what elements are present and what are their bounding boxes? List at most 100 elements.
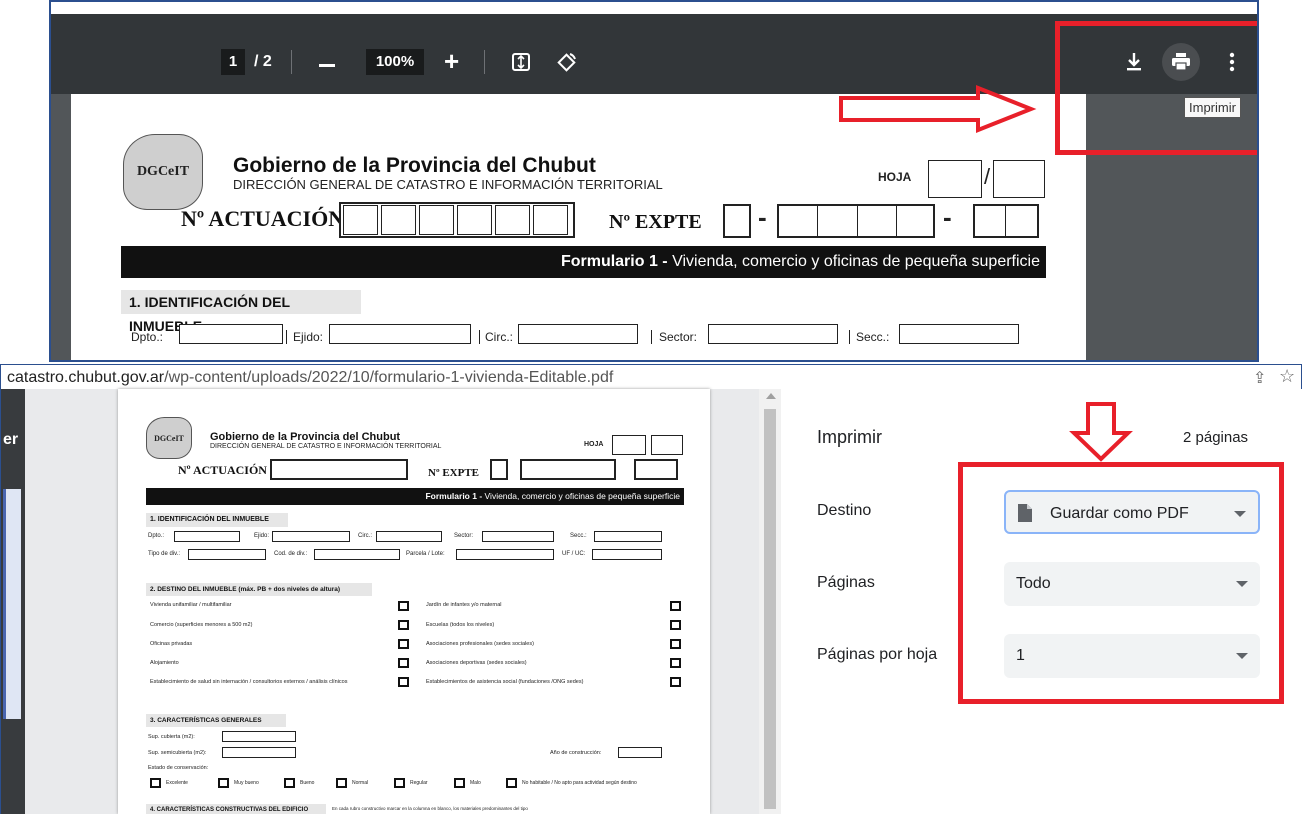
annotation-arrow-down	[1069, 402, 1133, 462]
parcela-label: Parcela / Lote:	[406, 551, 445, 557]
destino-checkbox[interactable]	[398, 639, 409, 649]
hoja-label: HOJA	[584, 441, 604, 448]
actuacion-digit[interactable]	[495, 205, 530, 235]
url-host: catastro.chubut.gov.ar	[7, 369, 165, 386]
destino-list: Vivienda unifamiliar / multifamiliar Com…	[146, 599, 684, 699]
sector-field[interactable]	[708, 324, 838, 344]
divider	[286, 330, 287, 344]
ejido-field[interactable]	[272, 531, 350, 542]
zoom-input[interactable]: 100%	[366, 49, 424, 75]
estado-checkbox[interactable]	[150, 778, 161, 788]
destino-checkbox[interactable]	[398, 658, 409, 668]
estado-checkbox[interactable]	[506, 778, 517, 788]
destino-checkbox[interactable]	[670, 639, 681, 649]
destino-checkbox[interactable]	[670, 677, 681, 687]
minus-icon[interactable]	[319, 64, 335, 67]
estado-option: Normal	[352, 780, 369, 786]
circ-field[interactable]	[518, 324, 638, 344]
form-title-rest: Vivienda, comercio y oficinas de pequeña…	[667, 253, 1040, 270]
plus-icon[interactable]: +	[444, 46, 459, 76]
actuacion-digit[interactable]	[419, 205, 454, 235]
dpto-field[interactable]	[179, 324, 283, 344]
expte-field-1[interactable]	[723, 204, 751, 238]
hoja-total-field[interactable]	[993, 160, 1045, 198]
expte-field-3[interactable]	[634, 459, 678, 480]
estado-checkbox[interactable]	[284, 778, 295, 788]
direction-text: DIRECCIÓN GENERAL DE CATASTRO E INFORMAC…	[210, 443, 442, 450]
fit-page-icon[interactable]	[509, 50, 533, 74]
estado-checkbox[interactable]	[394, 778, 405, 788]
section4-note: En cada rubro constructivo marcar en la …	[332, 806, 528, 811]
dpto-field[interactable]	[174, 531, 240, 542]
page-number-input[interactable]: 1	[221, 49, 245, 75]
destino-checkbox[interactable]	[398, 677, 409, 687]
estado-option: Muy bueno	[234, 780, 259, 786]
destino-checkbox[interactable]	[398, 601, 409, 611]
dpto-label: Dpto.:	[131, 330, 164, 344]
divider	[651, 330, 652, 344]
background-text: er	[3, 431, 19, 448]
expte-field-1[interactable]	[490, 459, 508, 480]
destino-label: Destino	[817, 502, 872, 519]
expte-field-2[interactable]	[777, 204, 935, 238]
section1-title: 1. IDENTIFICACIÓN DEL INMUEBLE	[121, 290, 361, 334]
ejido-field[interactable]	[329, 324, 471, 344]
destino-option: Oficinas privadas	[150, 641, 193, 647]
anio-field[interactable]	[618, 747, 662, 758]
divider	[857, 206, 858, 236]
destino-option: Comercio (superficies menores a 500 m2)	[150, 622, 253, 628]
destino-option: Asociaciones deportivas (sedes sociales)	[426, 660, 527, 666]
hoja-field[interactable]	[928, 160, 982, 198]
destino-option: Escuelas (todos los niveles)	[426, 622, 495, 628]
form-title-rest: Vivienda, comercio y oficinas de pequeña…	[482, 491, 680, 501]
annotation-box	[1055, 21, 1257, 155]
secc-field[interactable]	[899, 324, 1019, 344]
hoja-field[interactable]	[612, 435, 646, 455]
divider	[479, 330, 480, 344]
rotate-icon[interactable]	[554, 50, 580, 74]
sup-cubierta-field[interactable]	[222, 731, 296, 742]
share-icon[interactable]: ⇪	[1253, 368, 1266, 388]
destino-checkbox[interactable]	[398, 620, 409, 630]
sector-field[interactable]	[482, 531, 554, 542]
dpto-label: Dpto.:	[148, 533, 165, 539]
uf-field[interactable]	[592, 549, 662, 560]
estado-checkbox[interactable]	[336, 778, 347, 788]
estado-checkbox[interactable]	[454, 778, 465, 788]
actuacion-digit[interactable]	[343, 205, 378, 235]
anio-label: Año de construcción:	[550, 750, 602, 756]
parcela-field[interactable]	[456, 549, 554, 560]
destino-checkbox[interactable]	[670, 601, 681, 611]
scrollbar-thumb[interactable]	[764, 409, 776, 809]
destino-checkbox[interactable]	[670, 620, 681, 630]
destino-option: Establecimientos de asistencia social (f…	[426, 679, 584, 685]
scroll-up-icon[interactable]	[766, 393, 776, 399]
dash: -	[943, 202, 952, 232]
actuacion-digit[interactable]	[381, 205, 416, 235]
ejido-label: Ejido:	[254, 533, 270, 539]
tipo-field[interactable]	[188, 549, 266, 560]
estado-option: Malo	[470, 780, 481, 786]
form-title-bar: Formulario 1 - Vivienda, comercio y ofic…	[146, 488, 684, 505]
hoja-label: HOJA	[878, 170, 912, 184]
sup-semicubierta-field[interactable]	[222, 747, 296, 758]
section1-title: 1. IDENTIFICACIÓN DEL INMUEBLE	[146, 513, 288, 527]
actuacion-label: Nº ACTUACIÓN	[181, 206, 345, 231]
expte-field-3[interactable]	[973, 204, 1039, 238]
slash: /	[984, 164, 991, 189]
estado-checkbox[interactable]	[218, 778, 229, 788]
circ-field[interactable]	[376, 531, 442, 542]
section4-title: 4. CARACTERÍSTICAS CONSTRUCTIVAS DEL EDI…	[146, 804, 326, 814]
star-icon[interactable]: ☆	[1279, 366, 1295, 387]
cod-field[interactable]	[314, 549, 400, 560]
actuacion-digit[interactable]	[457, 205, 492, 235]
actuacion-digit[interactable]	[533, 205, 568, 235]
actuacion-field-group[interactable]	[270, 459, 408, 480]
hoja-total-field[interactable]	[651, 435, 683, 455]
estado-option: Bueno	[300, 780, 315, 786]
secc-field[interactable]	[594, 531, 662, 542]
form-title-bold: Formulario 1 -	[560, 253, 668, 270]
address-bar-url[interactable]: catastro.chubut.gov.ar/wp-content/upload…	[7, 369, 613, 387]
expte-field-2[interactable]	[520, 459, 616, 480]
destino-checkbox[interactable]	[670, 658, 681, 668]
